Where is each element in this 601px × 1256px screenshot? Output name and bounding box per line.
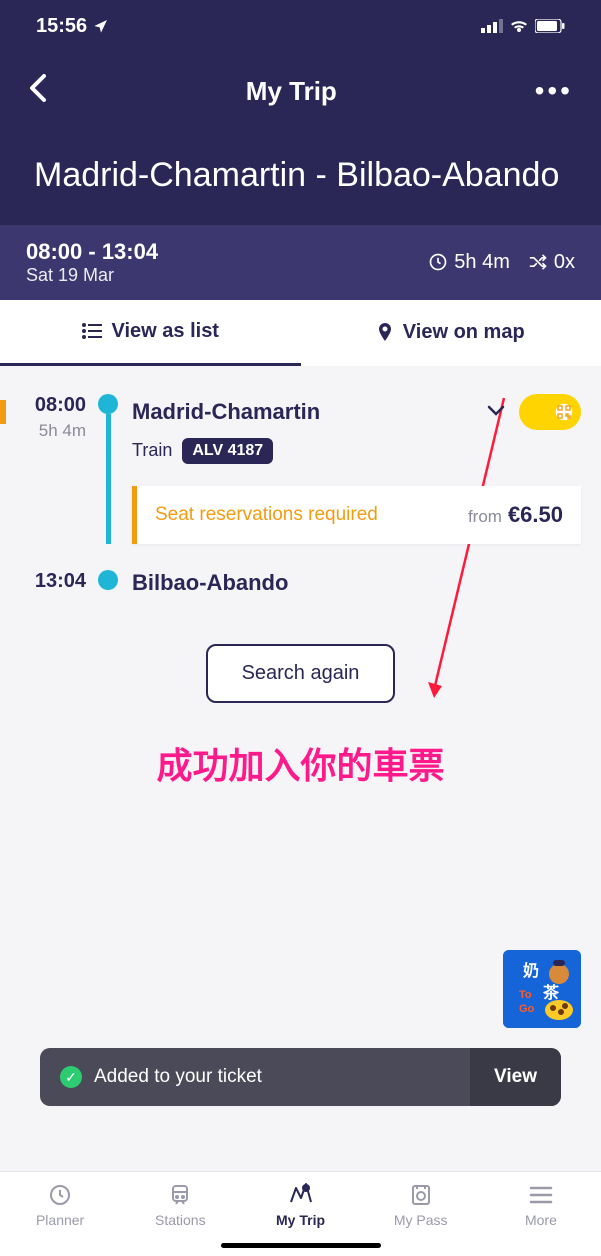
departure-station: Madrid-Chamartin bbox=[132, 399, 320, 425]
svg-text:奶: 奶 bbox=[523, 961, 539, 980]
train-icon bbox=[168, 1183, 192, 1207]
trip-segment-end: 13:04 Bilbao-Abando bbox=[20, 570, 581, 596]
seat-reservation-box[interactable]: Seat reservations required from €6.50 bbox=[132, 486, 581, 544]
nav-mypass[interactable]: My Pass bbox=[361, 1182, 481, 1228]
trip-time-block: 08:00 - 13:04 Sat 19 Mar bbox=[26, 239, 158, 286]
ticket-qr-toggle[interactable] bbox=[519, 394, 581, 430]
departure-time: 08:00 bbox=[20, 394, 86, 417]
trip-times: 08:00 - 13:04 bbox=[26, 239, 158, 265]
tab-view-as-list[interactable]: View as list bbox=[0, 300, 301, 366]
segment-info: Madrid-Chamartin Train ALV 4187 Seat res… bbox=[118, 394, 581, 544]
annotation-text: 成功加入你的車票 bbox=[20, 737, 581, 789]
time-text: 15:56 bbox=[36, 15, 87, 38]
tab-view-on-map[interactable]: View on map bbox=[301, 300, 601, 366]
trip-summary-bar: 08:00 - 13:04 Sat 19 Mar 5h 4m 0x bbox=[0, 225, 601, 300]
tab-list-label: View as list bbox=[112, 320, 219, 343]
duration-stat: 5h 4m bbox=[428, 251, 510, 274]
shuffle-icon bbox=[528, 252, 548, 272]
location-services-icon bbox=[93, 18, 109, 34]
timeline-dot-start bbox=[98, 394, 118, 414]
nav-mytrip[interactable]: My Trip bbox=[240, 1182, 360, 1228]
wifi-icon bbox=[509, 19, 529, 33]
nav-planner[interactable]: Planner bbox=[0, 1182, 120, 1228]
status-icons bbox=[481, 19, 565, 33]
back-button[interactable] bbox=[28, 72, 48, 110]
page-title: My Trip bbox=[246, 76, 337, 107]
arrival-time-col: 13:04 bbox=[20, 570, 98, 596]
transfers-value: 0x bbox=[554, 251, 575, 274]
seat-text: Seat reservations required bbox=[155, 504, 378, 526]
timeline-end bbox=[98, 570, 118, 596]
view-tabs: View as list View on map bbox=[0, 300, 601, 366]
accent-bar bbox=[0, 400, 6, 424]
watermark-icon: 奶 茶 To Go bbox=[503, 950, 581, 1028]
train-number-badge: ALV 4187 bbox=[182, 438, 273, 464]
chevron-left-icon bbox=[28, 72, 48, 104]
arrival-station: Bilbao-Abando bbox=[132, 570, 581, 596]
clock-icon bbox=[48, 1183, 72, 1207]
train-label: Train bbox=[132, 440, 172, 461]
svg-text:Go: Go bbox=[519, 1003, 535, 1015]
battery-icon bbox=[535, 19, 565, 33]
status-time: 15:56 bbox=[36, 15, 109, 38]
trip-date: Sat 19 Mar bbox=[26, 265, 158, 286]
arrival-info: Bilbao-Abando bbox=[118, 570, 581, 596]
arrival-time: 13:04 bbox=[20, 570, 86, 593]
more-button[interactable]: ••• bbox=[535, 75, 573, 107]
tab-map-label: View on map bbox=[403, 321, 525, 344]
nav-more-label: More bbox=[525, 1212, 557, 1228]
trip-segment: 08:00 5h 4m Madrid-Chamartin Train bbox=[20, 394, 581, 544]
duration-value: 5h 4m bbox=[454, 251, 510, 274]
header: My Trip ••• Madrid-Chamartin - Bilbao-Ab… bbox=[0, 52, 601, 225]
svg-text:茶: 茶 bbox=[542, 983, 560, 1002]
seat-price: from €6.50 bbox=[468, 502, 563, 528]
nav-more[interactable]: More bbox=[481, 1182, 601, 1228]
toast-content: ✓ Added to your ticket bbox=[40, 1048, 282, 1106]
timeline-dot-end bbox=[98, 570, 118, 590]
svg-text:To: To bbox=[519, 989, 532, 1001]
nav-planner-label: Planner bbox=[36, 1212, 84, 1228]
route-title: Madrid-Chamartin - Bilbao-Abando bbox=[20, 130, 581, 197]
chevron-down-icon bbox=[487, 404, 505, 416]
nav-mypass-label: My Pass bbox=[394, 1212, 448, 1228]
trip-stats: 5h 4m 0x bbox=[428, 251, 575, 274]
content-area: 08:00 5h 4m Madrid-Chamartin Train bbox=[0, 366, 601, 817]
segment-duration: 5h 4m bbox=[20, 421, 86, 441]
added-toast: ✓ Added to your ticket View bbox=[40, 1048, 561, 1106]
departure-time-col: 08:00 5h 4m bbox=[20, 394, 98, 544]
transfers-stat: 0x bbox=[528, 251, 575, 274]
train-row: Train ALV 4187 bbox=[132, 438, 581, 464]
status-bar: 15:56 bbox=[0, 0, 601, 52]
menu-icon bbox=[529, 1186, 553, 1204]
toast-text: Added to your ticket bbox=[94, 1066, 262, 1088]
nav-stations[interactable]: Stations bbox=[120, 1182, 240, 1228]
toast-view-button[interactable]: View bbox=[470, 1048, 561, 1106]
from-label: from bbox=[468, 507, 502, 527]
nav-stations-label: Stations bbox=[155, 1212, 206, 1228]
nav-mytrip-label: My Trip bbox=[276, 1212, 325, 1228]
clock-icon bbox=[428, 252, 448, 272]
search-again-button[interactable]: Search again bbox=[206, 644, 396, 703]
signal-icon bbox=[481, 19, 503, 33]
check-icon: ✓ bbox=[60, 1066, 82, 1088]
timeline-line bbox=[106, 414, 111, 544]
pin-icon bbox=[377, 323, 393, 343]
expand-segment-button[interactable] bbox=[487, 403, 505, 421]
watermark-badge: 奶 茶 To Go bbox=[503, 950, 581, 1028]
home-indicator[interactable] bbox=[221, 1243, 381, 1248]
route-map-icon bbox=[288, 1182, 314, 1208]
timeline bbox=[98, 394, 118, 544]
pass-icon bbox=[409, 1183, 433, 1207]
price-value: €6.50 bbox=[508, 502, 563, 528]
header-top: My Trip ••• bbox=[20, 60, 581, 130]
qr-icon bbox=[555, 403, 573, 421]
list-icon bbox=[82, 323, 102, 339]
